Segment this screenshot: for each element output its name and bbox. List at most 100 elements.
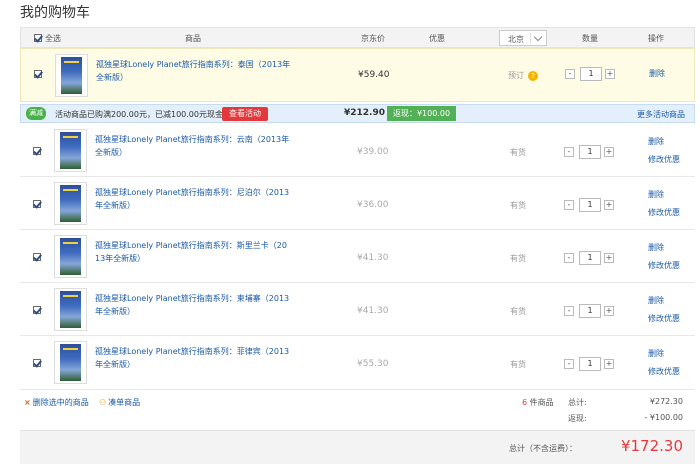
select-all-checkbox[interactable] — [34, 34, 42, 42]
cart-row: 孤独星球Lonely Planet旅行指南系列：柬埔寨（2013 年全新版） ¥4… — [20, 284, 695, 336]
delete-link[interactable]: 删除 — [649, 65, 665, 83]
modify-discount-link[interactable]: 修改优惠 — [648, 204, 680, 222]
item-price: ¥59.40 — [358, 70, 390, 80]
qty-decrease-button[interactable]: - — [564, 306, 574, 316]
promo-discount: 返现：¥100.00 — [387, 106, 456, 121]
delete-link[interactable]: 删除 — [648, 133, 680, 151]
qty-input[interactable]: 1 — [579, 357, 601, 371]
question-icon[interactable]: ? — [528, 70, 538, 81]
modify-discount-link[interactable]: 修改优惠 — [648, 310, 680, 328]
grand-total-bar: 总计（不含运费）： ¥172.30 — [20, 430, 695, 464]
more-promo-link[interactable]: 更多活动商品 — [637, 109, 685, 120]
modify-discount-link[interactable]: 修改优惠 — [648, 257, 680, 275]
select-divider — [530, 33, 531, 44]
item-checkbox[interactable] — [33, 200, 41, 208]
cart-row: 孤独星球Lonely Planet旅行指南系列：斯里兰卡（20 13年全新版） ¥… — [20, 231, 695, 283]
item-ops: 删除 — [649, 65, 665, 83]
modify-discount-link[interactable]: 修改优惠 — [648, 151, 680, 169]
stock-status: 有货 — [510, 254, 526, 263]
item-ops: 删除 修改优惠 — [648, 345, 680, 381]
cart-row-thailand: 孤独星球Lonely Planet旅行指南系列：泰国（2013年 全新版） ¥59… — [20, 48, 695, 102]
product-name[interactable]: 孤独星球Lonely Planet旅行指南系列：斯里兰卡（20 13年全新版） — [95, 239, 295, 265]
cart-row: 孤独星球Lonely Planet旅行指南系列：云南（2013年 全新版） ¥39… — [20, 125, 695, 177]
col-qty: 数量 — [582, 34, 598, 43]
product-name[interactable]: 孤独星球Lonely Planet旅行指南系列：菲律宾（2013 年全新版） — [95, 345, 295, 371]
product-name[interactable]: 孤独星球Lonely Planet旅行指南系列：柬埔寨（2013 年全新版） — [95, 292, 295, 318]
item-ops: 删除 修改优惠 — [648, 239, 680, 275]
delete-selected-link[interactable]: × 删除选中的商品 — [24, 397, 89, 408]
item-ops: 删除 修改优惠 — [648, 292, 680, 328]
promo-badge: 满减 — [26, 107, 46, 120]
qty-increase-button[interactable]: + — [604, 306, 614, 316]
qty-input[interactable]: 1 — [579, 145, 601, 159]
col-discount: 优惠 — [429, 34, 445, 43]
item-checkbox[interactable] — [34, 70, 42, 78]
city-value: 北京 — [508, 35, 524, 44]
stock-status: 有货 — [510, 307, 526, 316]
col-ops: 操作 — [648, 34, 664, 43]
city-select[interactable]: 北京 — [499, 30, 547, 46]
col-product: 商品 — [185, 34, 201, 43]
item-price: ¥41.30 — [357, 253, 389, 263]
book-cover[interactable] — [55, 54, 88, 97]
total-value: ¥272.30 — [649, 397, 683, 406]
promo-desc: 活动商品已购满200.00元，已减100.00元现金 — [55, 110, 223, 119]
qty-increase-button[interactable]: + — [604, 200, 614, 210]
qty-increase-button[interactable]: + — [604, 253, 614, 263]
total-label: 总计: — [568, 398, 587, 407]
qty-input[interactable]: 1 — [579, 251, 601, 265]
stock-status: 有货 — [510, 201, 526, 210]
product-name[interactable]: 孤独星球Lonely Planet旅行指南系列：尼泊尔（2013 年全新版） — [95, 186, 295, 212]
stock-status: 预订? — [508, 70, 538, 81]
qty-decrease-button[interactable]: - — [564, 359, 574, 369]
bundle-link[interactable]: ⚇ 凑单商品 — [99, 397, 140, 408]
promo-sum: ¥212.90 — [344, 108, 385, 118]
cart-row: 孤独星球Lonely Planet旅行指南系列：菲律宾（2013 年全新版） ¥5… — [20, 337, 695, 390]
chevron-down-icon — [533, 32, 543, 42]
modify-discount-link[interactable]: 修改优惠 — [648, 363, 680, 381]
promo-bar: 满减 活动商品已购满200.00元，已减100.00元现金 查看活动 ¥212.… — [20, 104, 695, 123]
delete-link[interactable]: 删除 — [648, 186, 680, 204]
view-promo-button[interactable]: 查看活动 — [222, 107, 268, 121]
delete-link[interactable]: 删除 — [648, 345, 680, 363]
item-count: 6 件商品 — [522, 398, 554, 407]
product-name[interactable]: 孤独星球Lonely Planet旅行指南系列：云南（2013年 全新版） — [95, 133, 295, 159]
book-cover[interactable] — [54, 235, 87, 278]
qty-input[interactable]: 1 — [579, 304, 601, 318]
cart-header: 全选 商品 京东价 优惠 北京 数量 操作 — [20, 27, 695, 48]
book-cover[interactable] — [54, 341, 87, 384]
qty-input[interactable]: 1 — [579, 198, 601, 212]
item-checkbox[interactable] — [33, 253, 41, 261]
book-cover[interactable] — [54, 182, 87, 225]
select-all-label: 全选 — [45, 34, 61, 43]
qty-decrease-button[interactable]: - — [565, 69, 575, 79]
item-checkbox[interactable] — [33, 306, 41, 314]
qty-increase-button[interactable]: + — [604, 359, 614, 369]
qty-increase-button[interactable]: + — [605, 69, 615, 79]
stock-status: 有货 — [510, 148, 526, 157]
col-price: 京东价 — [361, 34, 385, 43]
product-name[interactable]: 孤独星球Lonely Planet旅行指南系列：泰国（2013年 全新版） — [96, 58, 296, 84]
qty-decrease-button[interactable]: - — [564, 200, 574, 210]
cart-footer: × 删除选中的商品 ⚇ 凑单商品 6 件商品 总计: ¥272.30 返现: - ¥… — [20, 392, 695, 428]
item-ops: 删除 修改优惠 — [648, 133, 680, 169]
page-title: 我的购物车 — [20, 5, 90, 21]
cart-row: 孤独星球Lonely Planet旅行指南系列：尼泊尔（2013 年全新版） ¥3… — [20, 178, 695, 230]
book-cover[interactable] — [54, 288, 87, 331]
qty-input[interactable]: 1 — [580, 67, 602, 81]
rebate-label: 返现: — [568, 414, 587, 423]
item-checkbox[interactable] — [33, 147, 41, 155]
stock-status: 有货 — [510, 360, 526, 369]
delete-link[interactable]: 删除 — [648, 239, 680, 257]
qty-decrease-button[interactable]: - — [564, 253, 574, 263]
grand-total-value: ¥172.30 — [620, 437, 683, 455]
grand-total-label: 总计（不含运费）： — [509, 444, 577, 453]
item-checkbox[interactable] — [33, 359, 41, 367]
delete-link[interactable]: 删除 — [648, 292, 680, 310]
book-cover[interactable] — [54, 129, 87, 172]
close-icon: × — [24, 398, 31, 407]
rebate-value: - ¥100.00 — [644, 413, 683, 422]
qty-decrease-button[interactable]: - — [564, 147, 574, 157]
item-price: ¥41.30 — [357, 306, 389, 316]
qty-increase-button[interactable]: + — [604, 147, 614, 157]
